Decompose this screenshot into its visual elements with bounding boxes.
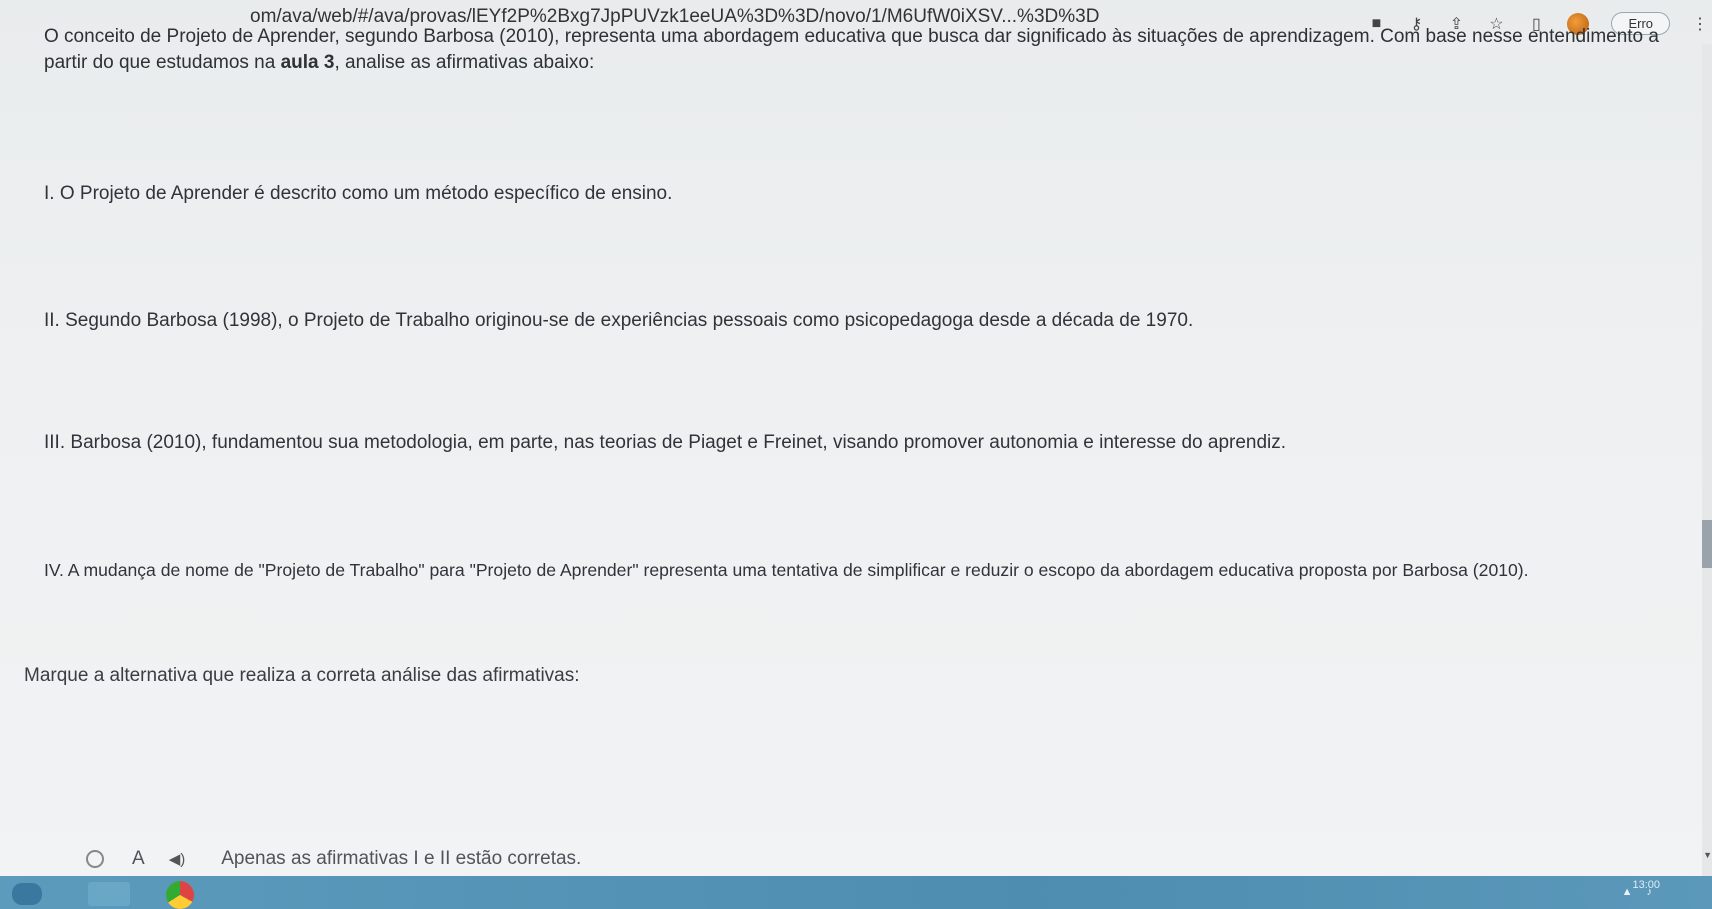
answer-prompt: Marque a alternativa que realiza a corre… — [24, 665, 580, 686]
network-icon[interactable]: ▲ — [1622, 886, 1633, 898]
statement-2: II. Segundo Barbosa (1998), o Projeto de… — [44, 310, 1194, 331]
scrollbar-thumb[interactable] — [1702, 520, 1712, 568]
statement-3: III. Barbosa (2010), fundamentou sua met… — [44, 432, 1287, 453]
radio-button[interactable] — [86, 850, 104, 868]
intro-bold: aula 3 — [280, 52, 335, 73]
intro-tail: , analise as afirmativas abaixo: — [334, 52, 595, 73]
scroll-down-arrow-icon[interactable]: ▼ — [1703, 850, 1712, 860]
taskbar-app[interactable] — [88, 882, 130, 906]
statement-4: IV. A mudança de nome de "Projeto de Tra… — [44, 560, 1529, 580]
chrome-icon[interactable] — [166, 881, 194, 909]
question-intro: O conceito de Projeto de Aprender, segun… — [44, 24, 1684, 76]
scrollbar-track[interactable] — [1702, 44, 1712, 884]
statement-1: I. O Projeto de Aprender é descrito como… — [44, 183, 673, 204]
option-a[interactable]: A ◀) Apenas as afirmativas I e II estão … — [86, 848, 581, 870]
option-text: Apenas as afirmativas I e II estão corre… — [221, 848, 582, 869]
option-letter: A — [132, 848, 145, 869]
start-button[interactable] — [12, 883, 42, 905]
os-taskbar: ▲ ♪ 13:00 — [0, 876, 1712, 909]
speaker-icon[interactable]: ◀) — [169, 850, 186, 868]
menu-kebab-icon[interactable]: ⋮ — [1692, 14, 1708, 34]
taskbar-clock[interactable]: 13:00 — [1632, 879, 1660, 891]
